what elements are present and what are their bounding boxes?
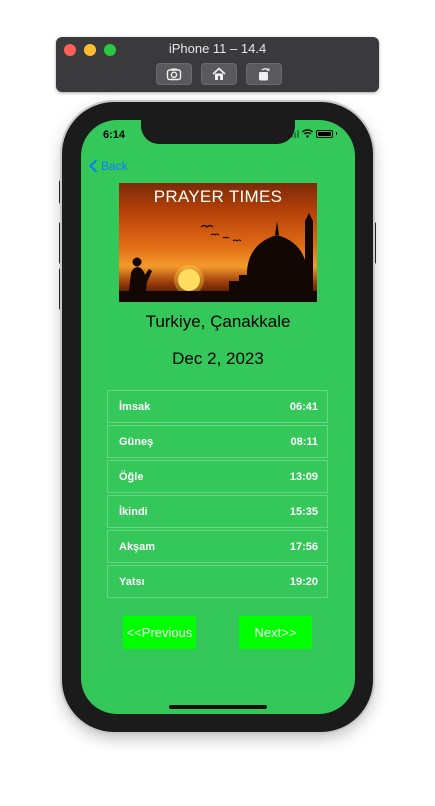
battery-icon xyxy=(315,129,333,138)
prayer-time: 19:20 xyxy=(289,575,318,588)
screenshot-icon xyxy=(166,68,182,81)
home-button[interactable] xyxy=(201,63,237,85)
banner-image: PRAYER TIMES xyxy=(119,183,317,302)
prayer-name: İmsak xyxy=(119,400,151,413)
previous-day-button[interactable]: <<Previous xyxy=(123,616,196,649)
prayer-row-ogle: Öğle 13:09 xyxy=(107,460,328,493)
back-label: Back xyxy=(101,159,128,173)
screenshot-button[interactable] xyxy=(156,63,192,85)
prayer-time: 08:11 xyxy=(290,435,318,448)
prayer-row-gunes: Güneş 08:11 xyxy=(107,425,328,458)
prayer-name: Yatsı xyxy=(119,575,145,588)
date-label: Dec 2, 2023 xyxy=(172,349,264,368)
prayer-time: 17:56 xyxy=(289,540,318,553)
home-indicator xyxy=(169,705,267,709)
prayer-time: 06:41 xyxy=(289,400,318,413)
home-icon xyxy=(212,67,226,80)
rotate-icon xyxy=(259,68,270,81)
prayer-row-imsak: İmsak 06:41 xyxy=(107,390,328,423)
chevron-left-icon xyxy=(89,159,98,173)
simulator-toolbar: iPhone 11 – 14.4 xyxy=(56,37,379,92)
back-button[interactable]: Back xyxy=(89,159,128,173)
app-screen: 6:14 Back PRAYER TIMES Turkiye, Çanakkal… xyxy=(81,120,355,714)
notch xyxy=(141,120,295,144)
next-day-button[interactable]: Next>> xyxy=(239,616,312,649)
prayer-name: İkindi xyxy=(119,505,148,518)
prayer-times-list: İmsak 06:41 Güneş 08:11 Öğle 13:09 İkind… xyxy=(107,390,328,600)
rotate-button[interactable] xyxy=(246,63,282,85)
prayer-row-aksam: Akşam 17:56 xyxy=(107,530,328,563)
prayer-time: 13:09 xyxy=(289,470,318,483)
signal-icon xyxy=(287,129,299,138)
status-icons xyxy=(287,129,337,138)
prayer-name: Öğle xyxy=(119,470,144,483)
simulator-title: iPhone 11 – 14.4 xyxy=(168,41,267,56)
banner-title: PRAYER TIMES xyxy=(153,187,283,206)
location-label: Turkiye, Çanakkale xyxy=(145,312,291,331)
prayer-name: Güneş xyxy=(119,435,154,448)
prayer-row-ikindi: İkindi 15:35 xyxy=(107,495,328,528)
prayer-time: 15:35 xyxy=(289,505,318,518)
prayer-name: Akşam xyxy=(119,540,156,553)
wifi-icon xyxy=(301,129,313,138)
status-time: 6:14 xyxy=(103,129,126,141)
prayer-row-yatsi: Yatsı 19:20 xyxy=(107,565,328,598)
